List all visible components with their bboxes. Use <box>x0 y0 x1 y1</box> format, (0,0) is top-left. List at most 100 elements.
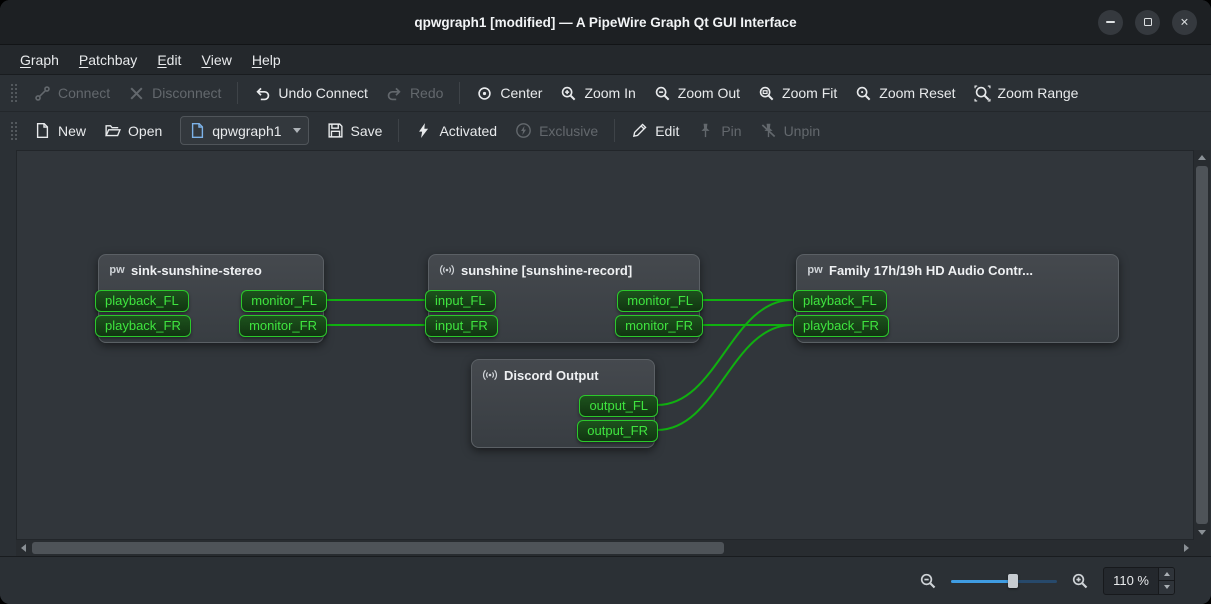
port-monitor_FR[interactable]: monitor_FR <box>239 315 327 337</box>
toolbar-grip[interactable] <box>9 120 17 142</box>
zoom-in-icon[interactable] <box>1071 572 1089 590</box>
port-output_FR[interactable]: output_FR <box>577 420 658 442</box>
zoom-range-button[interactable]: Zoom Range <box>965 79 1088 108</box>
titlebar[interactable]: qpwgraph1 [modified] — A PipeWire Graph … <box>0 0 1211 45</box>
node-title: Family 17h/19h HD Audio Contr... <box>829 263 1033 278</box>
save-icon <box>327 122 344 139</box>
scroll-down-arrow[interactable] <box>1198 530 1206 535</box>
stream-icon <box>439 262 455 278</box>
undo-connect-button[interactable]: Undo Connect <box>245 79 377 108</box>
node-header: sunshine [sunshine-record] <box>429 255 699 282</box>
exclusive-button[interactable]: Exclusive <box>506 116 607 145</box>
zoom-in-icon <box>560 85 577 102</box>
port-input_FL[interactable]: input_FL <box>425 290 496 312</box>
zoom-out-icon[interactable] <box>919 572 937 590</box>
zoom-fit-button[interactable]: Zoom Fit <box>749 79 846 108</box>
maximize-button[interactable] <box>1135 10 1160 35</box>
zoom-slider-handle[interactable] <box>1008 574 1018 588</box>
node-header: pw Family 17h/19h HD Audio Contr... <box>797 255 1118 282</box>
port-monitor_FL[interactable]: monitor_FL <box>241 290 327 312</box>
unpin-icon <box>760 122 777 139</box>
node-discord-output[interactable]: Discord Output output_FL output_FR <box>471 359 655 448</box>
disconnect-button[interactable]: Disconnect <box>119 79 230 108</box>
center-button[interactable]: Center <box>467 79 551 108</box>
node-header: Discord Output <box>472 360 654 387</box>
zoom-reset-button[interactable]: Zoom Reset <box>846 79 964 108</box>
port-playback_FR[interactable]: playback_FR <box>95 315 191 337</box>
exclusive-icon <box>515 122 532 139</box>
new-button[interactable]: New <box>25 116 95 145</box>
zoom-out-button[interactable]: Zoom Out <box>645 79 749 108</box>
open-icon <box>104 122 121 139</box>
new-icon <box>34 122 51 139</box>
node-sunshine[interactable]: sunshine [sunshine-record] input_FL input_… <box>428 254 700 343</box>
menubar: GraphPatchbayEditViewHelp <box>0 45 1211 74</box>
vertical-scrollbar[interactable] <box>1194 150 1210 540</box>
zoom-decrease-button[interactable] <box>1159 580 1174 594</box>
node-family-hd-audio[interactable]: pw Family 17h/19h HD Audio Contr... playba… <box>796 254 1119 343</box>
scrollbar-corner <box>1194 540 1210 556</box>
port-playback_FL[interactable]: playback_FL <box>95 290 189 312</box>
center-icon <box>476 85 493 102</box>
statusbar: 110 % <box>0 556 1211 604</box>
port-output_FL[interactable]: output_FL <box>579 395 658 417</box>
stream-icon <box>482 367 498 383</box>
maximize-icon <box>1144 18 1152 26</box>
pipewire-icon: pw <box>807 262 823 278</box>
toolbar-grip[interactable] <box>9 82 17 104</box>
menu-view[interactable]: View <box>191 45 241 74</box>
connect-button[interactable]: Connect <box>25 79 119 108</box>
horizontal-scrollbar[interactable] <box>16 540 1194 556</box>
node-title: Discord Output <box>504 368 599 383</box>
patchbay-name: qpwgraph1 <box>212 123 281 139</box>
port-monitor_FL[interactable]: monitor_FL <box>617 290 703 312</box>
zoom-slider[interactable] <box>951 573 1057 589</box>
zoom-out-icon <box>654 85 671 102</box>
node-title: sunshine [sunshine-record] <box>461 263 632 278</box>
scroll-up-arrow[interactable] <box>1198 155 1206 160</box>
open-button[interactable]: Open <box>95 116 171 145</box>
port-playback_FR[interactable]: playback_FR <box>793 315 889 337</box>
unpin-button[interactable]: Unpin <box>751 116 830 145</box>
redo-button[interactable]: Redo <box>377 79 452 108</box>
patchbay-select[interactable]: qpwgraph1 <box>180 116 308 145</box>
vertical-scrollbar-thumb[interactable] <box>1196 166 1208 524</box>
scroll-left-arrow[interactable] <box>21 544 26 552</box>
close-icon: × <box>1180 15 1188 29</box>
menu-help[interactable]: Help <box>242 45 291 74</box>
activated-icon <box>415 122 432 139</box>
menu-patchbay[interactable]: Patchbay <box>69 45 147 74</box>
zoom-in-button[interactable]: Zoom In <box>551 79 644 108</box>
graph-canvas[interactable]: pwsink-sunshine-stereoplayback_FLplaybac… <box>16 150 1194 540</box>
pin-icon <box>697 122 714 139</box>
pin-button[interactable]: Pin <box>688 116 750 145</box>
zoom-range-icon <box>974 85 991 102</box>
zoom-slider-fill <box>951 580 1012 583</box>
port-input_FR[interactable]: input_FR <box>425 315 498 337</box>
zoom-increase-button[interactable] <box>1159 568 1174 581</box>
zoom-value[interactable]: 110 % <box>1104 568 1158 594</box>
node-header: pwsink-sunshine-stereo <box>99 255 323 282</box>
main-toolbar: ConnectDisconnectUndo ConnectRedoCenterZ… <box>0 74 1211 111</box>
dropdown-arrow-icon <box>293 128 301 133</box>
connect-icon <box>34 85 51 102</box>
down-arrow-icon <box>1164 585 1170 589</box>
close-button[interactable]: × <box>1172 10 1197 35</box>
save-button[interactable]: Save <box>318 116 392 145</box>
patchbay-toolbar: NewOpen qpwgraph1 Save ActivatedExclusive Ed… <box>0 111 1211 149</box>
port-playback_FL[interactable]: playback_FL <box>793 290 887 312</box>
horizontal-scrollbar-thumb[interactable] <box>32 542 724 554</box>
toolbar-separator <box>614 119 615 142</box>
node-sink-sunshine-stereo[interactable]: pwsink-sunshine-stereo playback_FLplaybac… <box>98 254 324 343</box>
zoom-spinbox[interactable]: 110 % <box>1103 567 1175 595</box>
menu-edit[interactable]: Edit <box>147 45 191 74</box>
activated-button[interactable]: Activated <box>406 116 506 145</box>
minimize-button[interactable] <box>1098 10 1123 35</box>
port-monitor_FR[interactable]: monitor_FR <box>615 315 703 337</box>
scroll-right-arrow[interactable] <box>1184 544 1189 552</box>
window-controls: × <box>1098 0 1197 44</box>
zoom-fit-icon <box>758 85 775 102</box>
menu-graph[interactable]: Graph <box>10 45 69 74</box>
spin-arrows <box>1158 568 1174 594</box>
edit-button[interactable]: Edit <box>622 116 688 145</box>
